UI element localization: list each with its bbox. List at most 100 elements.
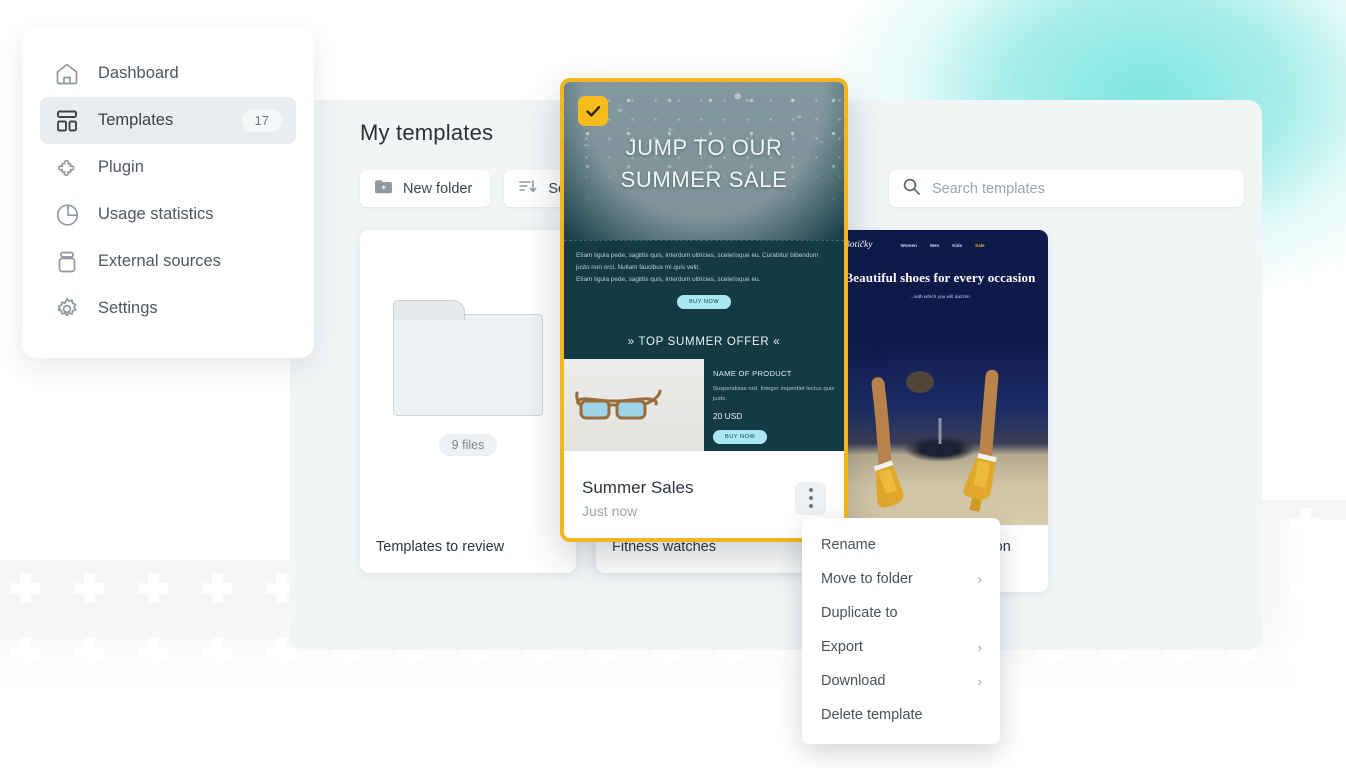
dragged-card-title: Summer Sales — [582, 478, 694, 497]
sidebar-item-dashboard[interactable]: Dashboard — [40, 50, 296, 97]
summer-product-name: NAME OF PRODUCT — [713, 368, 792, 378]
folder-icon — [393, 299, 543, 416]
sidebar-item-usage-statistics[interactable]: Usage statistics — [40, 191, 296, 238]
sidebar-item-label: Dashboard — [98, 64, 179, 82]
decorative-cross — [74, 573, 104, 603]
decorative-cross — [202, 508, 232, 538]
kebab-dot — [808, 488, 813, 493]
kebab-dot — [808, 504, 813, 509]
context-menu-item-duplicate-to[interactable]: Duplicate to — [802, 596, 1000, 630]
decorative-cross — [202, 703, 232, 733]
shoes-thumbnail: Botičky Women Men Kids Sale Beautiful sh… — [832, 230, 1048, 525]
decorative-cross — [138, 508, 168, 538]
context-menu-item-delete-template[interactable]: Delete template — [802, 698, 1000, 732]
database-icon — [54, 249, 80, 275]
toolbar: New folder Sort — [360, 170, 593, 207]
decorative-cross — [1226, 703, 1256, 733]
summer-cta-button: BUY NOW — [676, 294, 732, 309]
templates-icon — [54, 108, 80, 134]
decorative-cross — [202, 638, 232, 668]
decorative-cross — [74, 508, 104, 538]
nav-link-women: Women — [900, 242, 917, 248]
decorative-cross — [1290, 638, 1320, 668]
decorative-cross — [202, 573, 232, 603]
context-menu-item-download[interactable]: Download › — [802, 664, 1000, 698]
gear-icon — [54, 296, 80, 322]
sidebar-item-label: External sources — [98, 252, 221, 270]
folder-card-footer: Templates to review — [360, 525, 576, 573]
sidebar-item-external-sources[interactable]: External sources — [40, 238, 296, 285]
selection-checkbox[interactable] — [578, 96, 608, 126]
decorative-cross — [10, 703, 40, 733]
decorative-cross — [394, 703, 424, 733]
search-input[interactable] — [932, 170, 1230, 207]
decorative-cross — [650, 703, 680, 733]
sidebar: Dashboard Templates 17 Plugin Usage stat… — [22, 28, 314, 358]
shoes-subline: ...with which you will dazzle! — [910, 295, 970, 300]
new-folder-button[interactable]: New folder — [360, 170, 491, 207]
nav-link-kids: Kids — [952, 242, 963, 248]
summer-product-price: 20 USD — [713, 411, 743, 422]
summer-headline-line1: JUMP TO OUR — [625, 135, 783, 160]
context-menu-label: Delete template — [821, 707, 923, 723]
context-menu-item-move-to-folder[interactable]: Move to folder › — [802, 562, 1000, 596]
dragged-card-subtitle: Just now — [582, 503, 638, 520]
decorative-cross — [74, 703, 104, 733]
summer-body: Etiam ligula pede, sagittis quis, interd… — [564, 240, 844, 323]
decorative-cross — [1098, 703, 1128, 733]
decorative-cross — [138, 703, 168, 733]
puzzle-icon — [54, 155, 80, 181]
context-menu-item-export[interactable]: Export › — [802, 630, 1000, 664]
sidebar-item-label: Settings — [98, 299, 158, 317]
summer-email-preview: JUMP TO OUR SUMMER SALE Etiam ligula ped… — [564, 82, 844, 462]
folder-card[interactable]: 9 files Templates to review — [360, 230, 576, 574]
folder-thumbnail: 9 files — [360, 230, 576, 525]
nav-link-sale: Sale — [975, 242, 985, 248]
sort-icon — [519, 179, 537, 198]
template-context-menu[interactable]: Rename Move to folder › Duplicate to Exp… — [802, 518, 1000, 744]
background-bottom-fade — [0, 638, 1346, 768]
app-root: My templates New folder Search templates… — [0, 0, 1346, 768]
page-title: My templates — [360, 120, 494, 145]
card-options-button[interactable] — [795, 481, 826, 515]
dragged-template-card[interactable]: JUMP TO OUR SUMMER SALE Etiam ligula ped… — [560, 78, 848, 543]
summer-thumbnail: JUMP TO OUR SUMMER SALE Etiam ligula ped… — [564, 82, 844, 462]
shoes-email-preview: Botičky Women Men Kids Sale Beautiful sh… — [832, 230, 1048, 525]
decorative-cross — [74, 638, 104, 668]
kebab-dot — [808, 496, 813, 501]
context-menu-label: Download — [821, 673, 886, 689]
shoes-nav: Botičky Women Men Kids Sale — [832, 230, 1048, 250]
decorative-cross — [522, 703, 552, 733]
chevron-right-icon: › — [977, 571, 982, 587]
sidebar-item-label: Plugin — [98, 158, 144, 176]
shoes-hero-image — [832, 340, 1048, 525]
dragged-card-text: Summer Sales Just now — [582, 477, 693, 519]
decorative-cross — [1290, 573, 1320, 603]
summer-headline-line2: SUMMER SALE — [620, 166, 788, 192]
context-menu-label: Rename — [821, 537, 876, 553]
folder-card-title: Templates to review — [376, 539, 505, 555]
summer-offer-heading: » TOP SUMMER OFFER « — [564, 322, 844, 359]
summer-product-cta: BUY NOW — [713, 430, 768, 445]
decorative-cross — [1034, 703, 1064, 733]
sidebar-item-plugin[interactable]: Plugin — [40, 144, 296, 191]
search-box[interactable] — [889, 170, 1244, 207]
pie-chart-icon — [54, 202, 80, 228]
sidebar-item-settings[interactable]: Settings — [40, 285, 296, 332]
decorative-cross — [1290, 703, 1320, 733]
chevron-right-icon: › — [977, 673, 982, 689]
templates-count-badge: 17 — [241, 109, 282, 132]
context-menu-label: Export — [821, 639, 863, 655]
decorative-cross — [714, 703, 744, 733]
summer-product-desc: Suspendisse nisl. Integer imperdiet lect… — [713, 385, 835, 402]
decorative-cross — [10, 573, 40, 603]
search-icon — [903, 178, 920, 200]
context-menu-label: Move to folder — [821, 571, 913, 587]
decorative-cross — [458, 703, 488, 733]
nav-link-men: Men — [930, 242, 940, 248]
decorative-cross — [330, 703, 360, 733]
context-menu-item-rename[interactable]: Rename — [802, 528, 1000, 562]
home-icon — [54, 61, 80, 87]
sidebar-item-templates[interactable]: Templates 17 — [40, 97, 296, 144]
decorative-cross — [10, 638, 40, 668]
